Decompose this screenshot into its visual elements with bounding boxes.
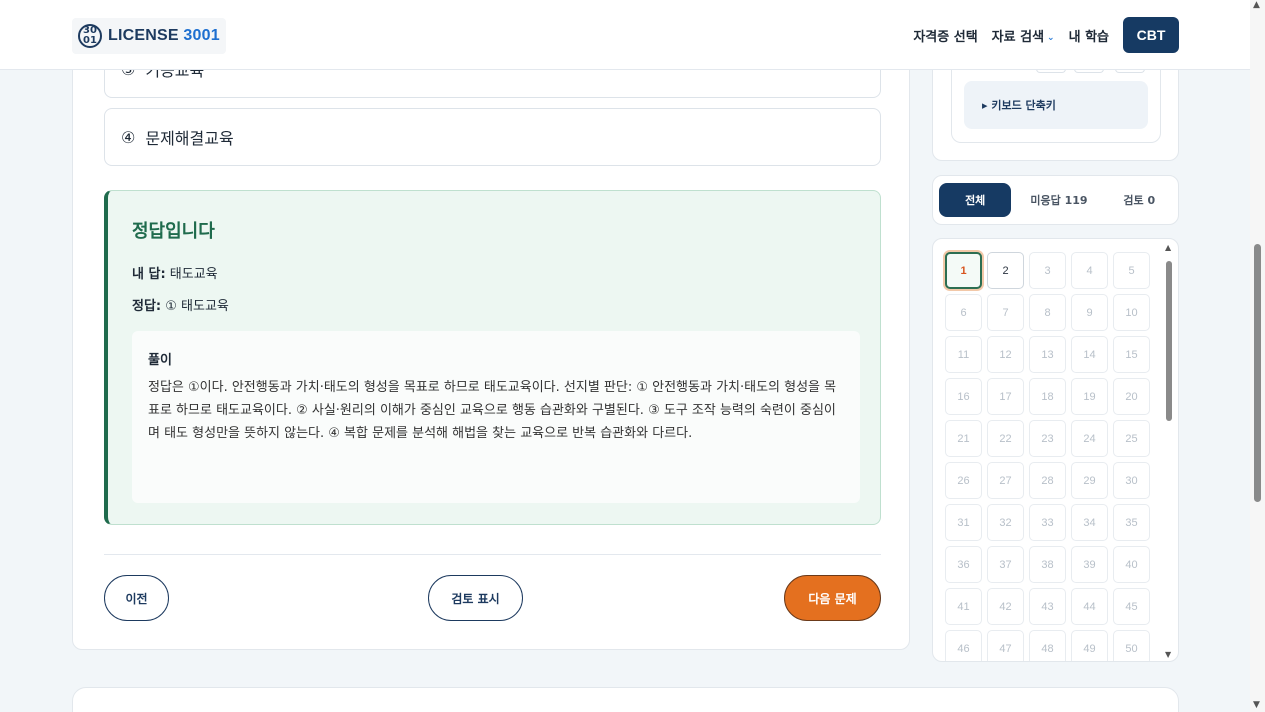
result-title: 정답입니다 — [132, 221, 215, 242]
scroll-down-icon[interactable]: ▼ — [1253, 700, 1260, 710]
question-number-button[interactable]: 35 — [1113, 504, 1150, 541]
bottom-card — [72, 687, 1179, 712]
nav-cert-select[interactable]: 자격증 선택 — [913, 26, 977, 45]
question-number-button[interactable]: 14 — [1071, 336, 1108, 373]
question-number-button[interactable]: 37 — [987, 546, 1024, 583]
question-number-button[interactable]: 46 — [945, 630, 982, 661]
my-answer: 내 답: 태도교육 — [132, 267, 218, 282]
question-number-button[interactable]: 1 — [945, 252, 982, 289]
question-number-button[interactable]: 9 — [1071, 294, 1108, 331]
question-number-button[interactable]: 22 — [987, 420, 1024, 457]
explanation-text: 정답은 ①이다. 안전행동과 가치·태도의 형성을 목표로 하므로 태도교육이다… — [148, 380, 837, 441]
chevron-down-icon: ⌄ — [1047, 33, 1055, 43]
question-number-button[interactable]: 48 — [1029, 630, 1066, 661]
question-number-button[interactable]: 12 — [987, 336, 1024, 373]
answer-option-4[interactable]: ④ 문제해결교육 — [104, 108, 881, 166]
site-logo[interactable]: 30 01 LICENSE 3001 — [72, 18, 226, 54]
question-number-button[interactable]: 6 — [945, 294, 982, 331]
divider — [104, 554, 881, 555]
scroll-down-icon[interactable]: ▼ — [1165, 650, 1171, 659]
window-scrollbar[interactable]: ▲ ▼ — [1250, 0, 1265, 712]
question-filter-bar: 전체 미응답 119 검토 0 — [932, 175, 1179, 225]
question-number-button[interactable]: 43 — [1029, 588, 1066, 625]
correct-answer: 정답: ① 태도교육 — [132, 299, 229, 314]
question-number-button[interactable]: 29 — [1071, 462, 1108, 499]
nav-my-learning[interactable]: 내 학습 — [1069, 26, 1109, 45]
grid-scrollbar[interactable]: ▲ ▼ — [1164, 243, 1174, 659]
logo-text: LICENSE 3001 — [108, 27, 220, 44]
prev-button[interactable]: 이전 — [104, 575, 169, 621]
question-number-button[interactable]: 44 — [1071, 588, 1108, 625]
question-number-button[interactable]: 13 — [1029, 336, 1066, 373]
option-label: 문제해결교육 — [145, 129, 234, 148]
question-number-button[interactable]: 38 — [1029, 546, 1066, 583]
mark-review-button[interactable]: 검토 표시 — [428, 575, 523, 621]
filter-tab-all[interactable]: 전체 — [939, 183, 1012, 217]
explanation-panel: 풀이 정답은 ①이다. 안전행동과 가치·태도의 형성을 목표로 하므로 태도교… — [132, 331, 860, 503]
scroll-thumb[interactable] — [1254, 244, 1261, 502]
question-number-button[interactable]: 15 — [1113, 336, 1150, 373]
filter-tab-review[interactable]: 검토 0 — [1107, 183, 1172, 217]
explanation-title: 풀이 — [148, 353, 172, 368]
answer-result-box: 정답입니다 내 답: 태도교육 정답: ① 태도교육 풀이 정답은 ①이다. 안… — [104, 190, 881, 525]
question-number-button[interactable]: 5 — [1113, 252, 1150, 289]
question-number-button[interactable]: 34 — [1071, 504, 1108, 541]
question-number-button[interactable]: 21 — [945, 420, 982, 457]
question-number-button[interactable]: 3 — [1029, 252, 1066, 289]
question-number-button[interactable]: 40 — [1113, 546, 1150, 583]
question-number-button[interactable]: 31 — [945, 504, 982, 541]
question-number-button[interactable]: 18 — [1029, 378, 1066, 415]
scroll-up-icon[interactable]: ▲ — [1253, 0, 1260, 10]
question-number-button[interactable]: 10 — [1113, 294, 1150, 331]
filter-tab-unanswered[interactable]: 미응답 119 — [1011, 183, 1106, 217]
question-number-button[interactable]: 26 — [945, 462, 982, 499]
question-number-button[interactable]: 24 — [1071, 420, 1108, 457]
question-number-button[interactable]: 42 — [987, 588, 1024, 625]
question-number-button[interactable]: 30 — [1113, 462, 1150, 499]
question-number-button[interactable]: 23 — [1029, 420, 1066, 457]
question-number-button[interactable]: 28 — [1029, 462, 1066, 499]
top-header: 30 01 LICENSE 3001 자격증 선택 자료 검색 ⌄ 내 학습 CBT — [0, 0, 1250, 70]
question-number-button[interactable]: 33 — [1029, 504, 1066, 541]
question-number-button[interactable]: 27 — [987, 462, 1024, 499]
question-number-button[interactable]: 2 — [987, 252, 1024, 289]
scroll-thumb[interactable] — [1166, 261, 1172, 421]
question-number-button[interactable]: 50 — [1113, 630, 1150, 661]
nav-resource-search-label: 자료 검색 — [991, 29, 1045, 45]
question-number-button[interactable]: 4 — [1071, 252, 1108, 289]
logo-mark-icon: 30 01 — [78, 24, 102, 48]
question-card: ③ 기능교육 ④ 문제해결교육 정답입니다 내 답: 태도교육 정답: ① 태도… — [72, 30, 910, 650]
question-number-button[interactable]: 25 — [1113, 420, 1150, 457]
main-nav: 자격증 선택 자료 검색 ⌄ 내 학습 CBT — [913, 17, 1179, 53]
question-number-button[interactable]: 11 — [945, 336, 982, 373]
question-number-button[interactable]: 47 — [987, 630, 1024, 661]
question-number-button[interactable]: 36 — [945, 546, 982, 583]
question-number-button[interactable]: 8 — [1029, 294, 1066, 331]
question-grid-panel: 1 2 3 4 5 6 7 8 9 10 11 12 13 14 15 16 17 18 19 20 21 22 23 24 2… — [932, 238, 1179, 662]
question-number-button[interactable]: 20 — [1113, 378, 1150, 415]
next-question-button[interactable]: 다음 문제 — [784, 575, 881, 621]
question-number-button[interactable]: 39 — [1071, 546, 1108, 583]
question-number-button[interactable]: 32 — [987, 504, 1024, 541]
question-number-button[interactable]: 19 — [1071, 378, 1108, 415]
question-number-button[interactable]: 49 — [1071, 630, 1108, 661]
question-grid: 1 2 3 4 5 6 7 8 9 10 11 12 13 14 15 16 17 18 19 20 21 22 23 24 2… — [945, 252, 1150, 661]
cbt-button[interactable]: CBT — [1123, 17, 1179, 53]
question-number-button[interactable]: 17 — [987, 378, 1024, 415]
question-number-button[interactable]: 45 — [1113, 588, 1150, 625]
keyboard-shortcuts-toggle[interactable]: ▸ 키보드 단축키 — [964, 81, 1148, 129]
option-number: ④ — [121, 127, 136, 147]
question-number-button[interactable]: 41 — [945, 588, 982, 625]
question-number-button[interactable]: 16 — [945, 378, 982, 415]
scroll-up-icon[interactable]: ▲ — [1165, 243, 1171, 252]
question-number-button[interactable]: 7 — [987, 294, 1024, 331]
nav-resource-search[interactable]: 자료 검색 ⌄ — [992, 26, 1055, 45]
